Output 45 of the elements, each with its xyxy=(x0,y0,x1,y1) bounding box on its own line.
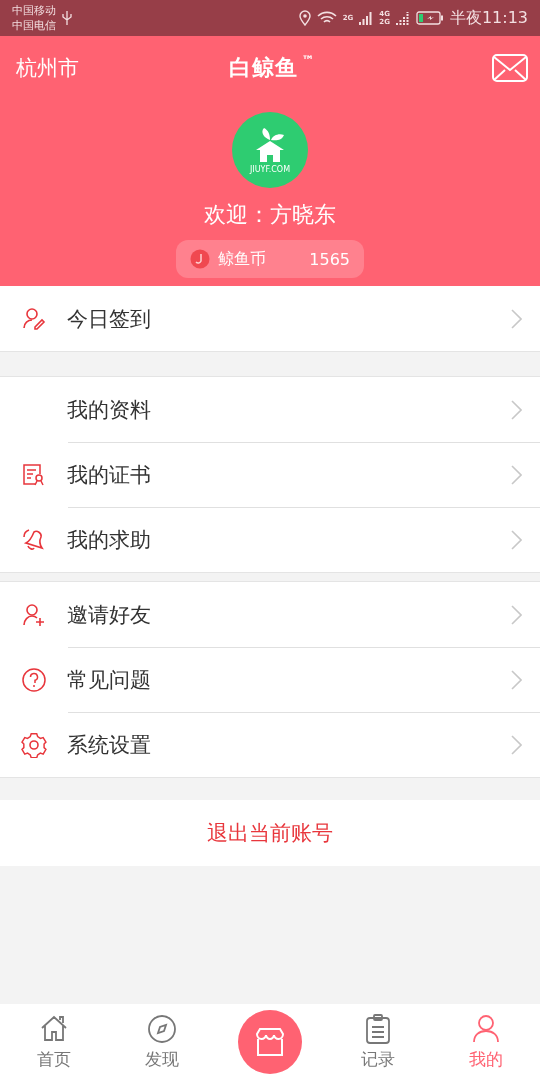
chevron-icon xyxy=(510,668,522,691)
settings-icon xyxy=(21,732,47,758)
add-user-icon xyxy=(23,603,45,627)
store-icon xyxy=(254,1027,286,1057)
trademark-sign: ™ xyxy=(301,53,316,68)
signal-icon xyxy=(395,11,410,25)
clock-time: 半夜11:13 xyxy=(449,7,528,29)
tab-item[interactable]: 首页 xyxy=(0,1004,108,1080)
menu-item[interactable]: 邀请好友 xyxy=(0,582,540,647)
coin-icon xyxy=(190,249,210,269)
signal-icon xyxy=(359,11,374,25)
avatar-logo: JIUYF.COM xyxy=(232,112,308,188)
clipboard-icon xyxy=(366,1013,390,1044)
battery-icon xyxy=(415,11,444,25)
chevron-icon xyxy=(510,603,522,626)
tab-item[interactable]: 发现 xyxy=(108,1004,216,1080)
user-pen-icon xyxy=(23,307,46,330)
menu-item[interactable]: 常见问题 xyxy=(0,647,540,712)
menu-item[interactable]: 系统设置 xyxy=(0,712,540,777)
carrier-name: 中国电信 xyxy=(12,18,56,33)
menu-item[interactable]: 我的证书 xyxy=(0,442,540,507)
chevron-icon xyxy=(510,463,522,486)
mail-icon[interactable] xyxy=(492,54,528,82)
chevron-icon xyxy=(510,307,522,330)
coin-balance-badge: 鲸鱼币 1565 xyxy=(176,240,364,278)
menu-item[interactable]: 今日签到 xyxy=(0,286,540,351)
location-icon xyxy=(298,10,311,26)
chevron-icon xyxy=(510,398,522,421)
usb-icon xyxy=(62,10,72,26)
home-icon xyxy=(41,1015,67,1041)
chevron-icon xyxy=(510,733,522,756)
carrier-name: 中国移动 xyxy=(12,3,56,18)
help-icon xyxy=(22,667,46,692)
chevron-icon xyxy=(510,528,522,551)
logout-button[interactable]: 退出当前账号 xyxy=(0,800,540,866)
tab-item[interactable]: 记录 xyxy=(324,1004,432,1080)
welcome-text: 欢迎：方晓东 xyxy=(204,201,336,229)
menu-item[interactable]: 我的求助 xyxy=(0,507,540,572)
compass-icon xyxy=(148,1014,176,1043)
certificate-icon xyxy=(23,463,44,486)
app-logo: 白鲸鱼 xyxy=(228,54,298,82)
bell-icon xyxy=(23,528,43,550)
wifi-icon xyxy=(316,11,337,25)
menu-item[interactable]: 我的资料 xyxy=(0,377,540,442)
user-icon xyxy=(473,1014,499,1043)
